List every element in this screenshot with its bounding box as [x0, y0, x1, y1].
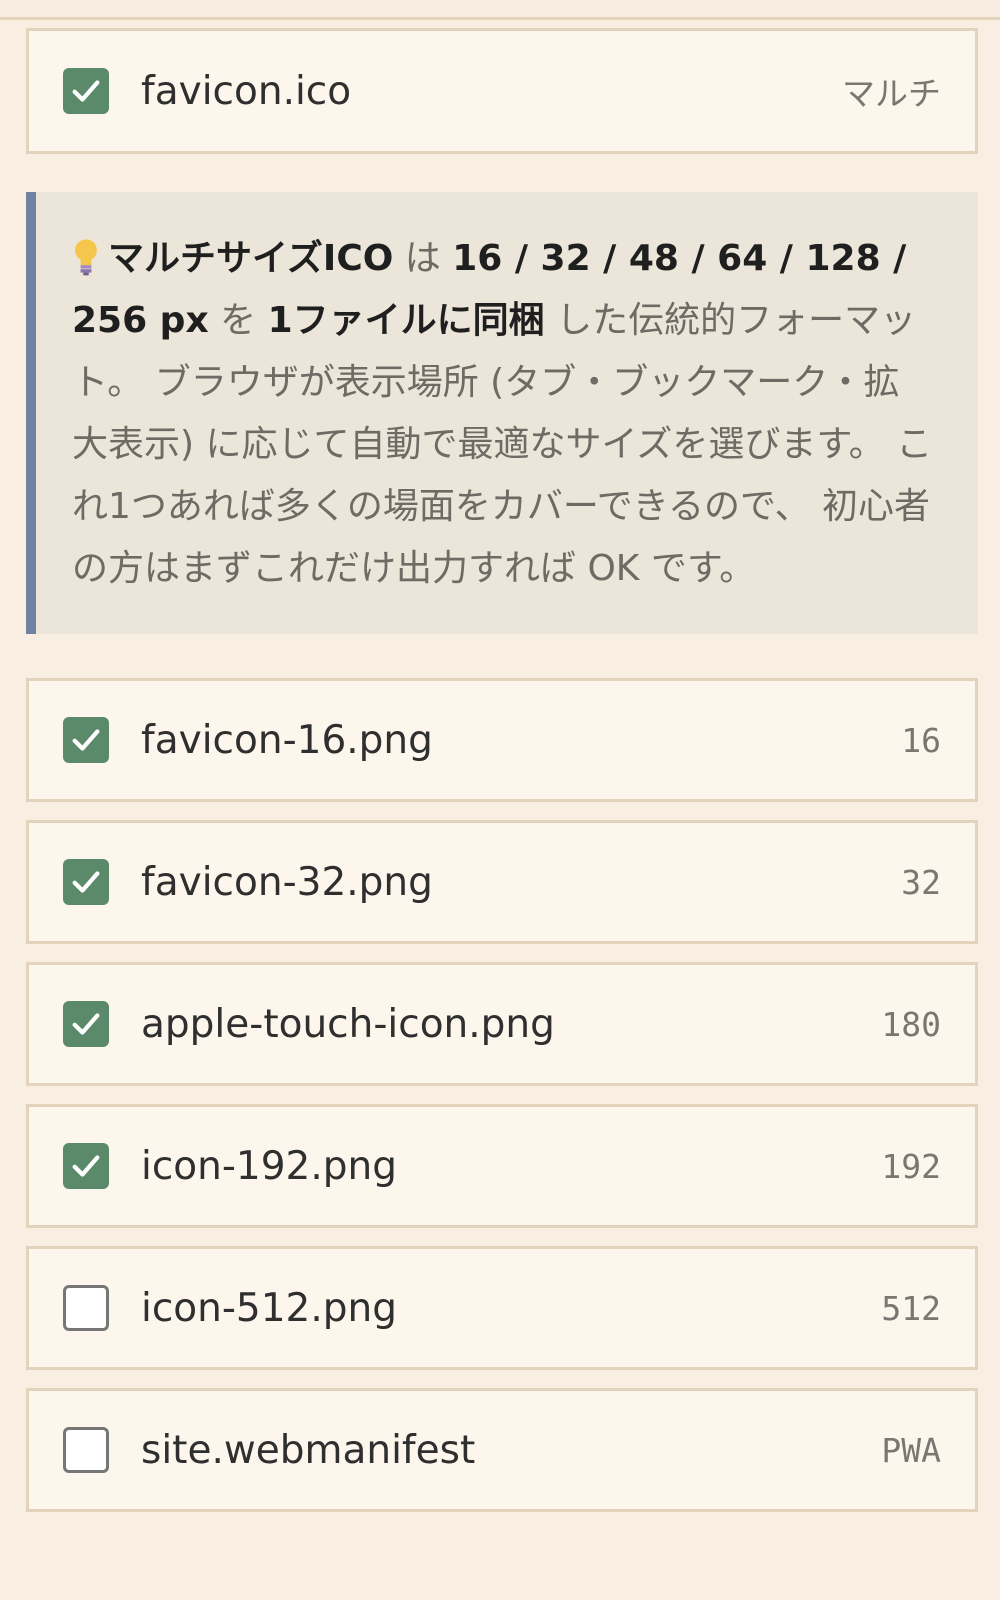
tip-bold-bundle: 1ファイルに同梱 [267, 300, 545, 341]
file-name: favicon-16.png [141, 717, 433, 763]
file-row-icon-192[interactable]: icon-192.png 192 [26, 1104, 978, 1228]
tip-text: した伝統的フォーマット。 ブラウザが表示場所 (タブ・ブックマーク・拡大表示) … [72, 300, 933, 589]
file-list: favicon.ico マルチ マルチサイズICO は 16 / 32 / 48… [26, 28, 978, 1530]
file-name: favicon.ico [141, 68, 352, 114]
tip-text: を [208, 300, 268, 341]
checkmark-icon [72, 871, 100, 893]
file-size-tag: 32 [901, 862, 941, 902]
checkbox-apple-touch-icon[interactable] [63, 1001, 109, 1047]
file-size-tag: 180 [881, 1004, 941, 1044]
checkmark-icon [72, 729, 100, 751]
checkbox-icon-192[interactable] [63, 1143, 109, 1189]
top-divider [0, 0, 1000, 20]
file-row-site-webmanifest[interactable]: site.webmanifest PWA [26, 1388, 978, 1512]
checkmark-icon [72, 1013, 100, 1035]
checkbox-site-webmanifest[interactable] [63, 1427, 109, 1473]
file-size-tag: 16 [901, 720, 941, 760]
lightbulb-icon [75, 239, 97, 276]
tip-bold-multisize: マルチサイズICO [108, 238, 394, 279]
checkbox-favicon-16[interactable] [63, 717, 109, 763]
file-name: site.webmanifest [141, 1427, 476, 1473]
checkmark-icon [72, 80, 100, 102]
file-row-apple-touch-icon[interactable]: apple-touch-icon.png 180 [26, 962, 978, 1086]
file-name: icon-512.png [141, 1285, 397, 1331]
checkbox-icon-512[interactable] [63, 1285, 109, 1331]
file-row-favicon-16[interactable]: favicon-16.png 16 [26, 678, 978, 802]
file-name: favicon-32.png [141, 859, 433, 905]
file-size-tag: マルチ [842, 74, 941, 113]
tip-text: は [393, 238, 453, 279]
file-row-favicon-ico[interactable]: favicon.ico マルチ [26, 28, 978, 154]
file-name: icon-192.png [141, 1143, 397, 1189]
file-row-favicon-32[interactable]: favicon-32.png 32 [26, 820, 978, 944]
file-row-icon-512[interactable]: icon-512.png 512 [26, 1246, 978, 1370]
file-size-tag: 512 [881, 1288, 941, 1328]
checkbox-favicon-32[interactable] [63, 859, 109, 905]
file-size-tag: PWA [881, 1430, 941, 1470]
file-size-tag: 192 [881, 1146, 941, 1186]
tip-box: マルチサイズICO は 16 / 32 / 48 / 64 / 128 / 25… [26, 192, 978, 634]
checkmark-icon [72, 1155, 100, 1177]
file-name: apple-touch-icon.png [141, 1001, 555, 1047]
checkbox-favicon-ico[interactable] [63, 68, 109, 114]
